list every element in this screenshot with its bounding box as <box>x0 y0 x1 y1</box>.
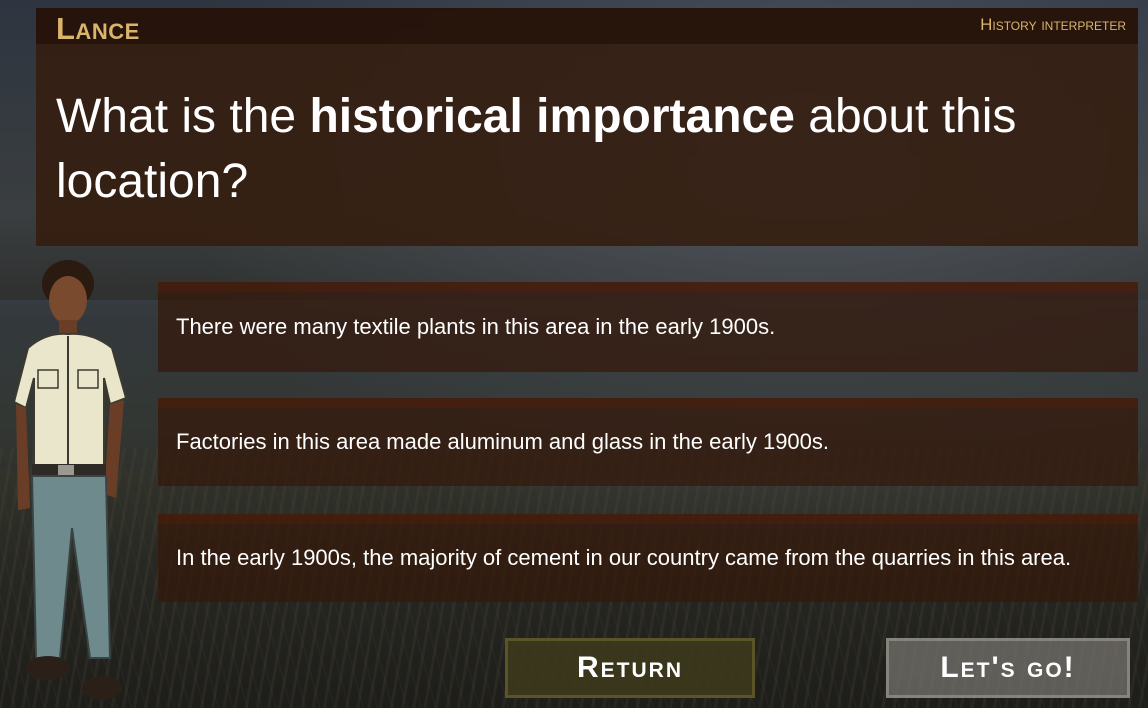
answer-option-3[interactable]: In the early 1900s, the majority of ceme… <box>158 514 1138 602</box>
character-portrait <box>12 260 128 700</box>
answer-option-3-text: In the early 1900s, the majority of ceme… <box>176 545 1072 570</box>
speaker-role: History interpreter <box>980 15 1126 34</box>
return-button[interactable]: Return <box>505 638 755 698</box>
answer-option-2-stripe <box>158 398 1138 408</box>
speaker-strip <box>36 8 1138 44</box>
dialogue-panel: Lance History interpreter What is the hi… <box>36 8 1138 246</box>
question-text: What is the historical importance about … <box>56 84 1116 214</box>
lets-go-button[interactable]: Let's go! <box>886 638 1130 698</box>
answer-option-1[interactable]: There were many textile plants in this a… <box>158 282 1138 372</box>
answer-option-1-stripe <box>158 282 1138 292</box>
answer-option-3-stripe <box>158 514 1138 524</box>
answer-option-2-text: Factories in this area made aluminum and… <box>176 429 830 454</box>
answer-option-2[interactable]: Factories in this area made aluminum and… <box>158 398 1138 486</box>
question-emphasis: historical importance <box>309 90 795 143</box>
answer-option-1-text: There were many textile plants in this a… <box>176 314 776 339</box>
question-prefix: What is the <box>56 90 310 143</box>
speaker-name: Lance <box>56 11 140 46</box>
